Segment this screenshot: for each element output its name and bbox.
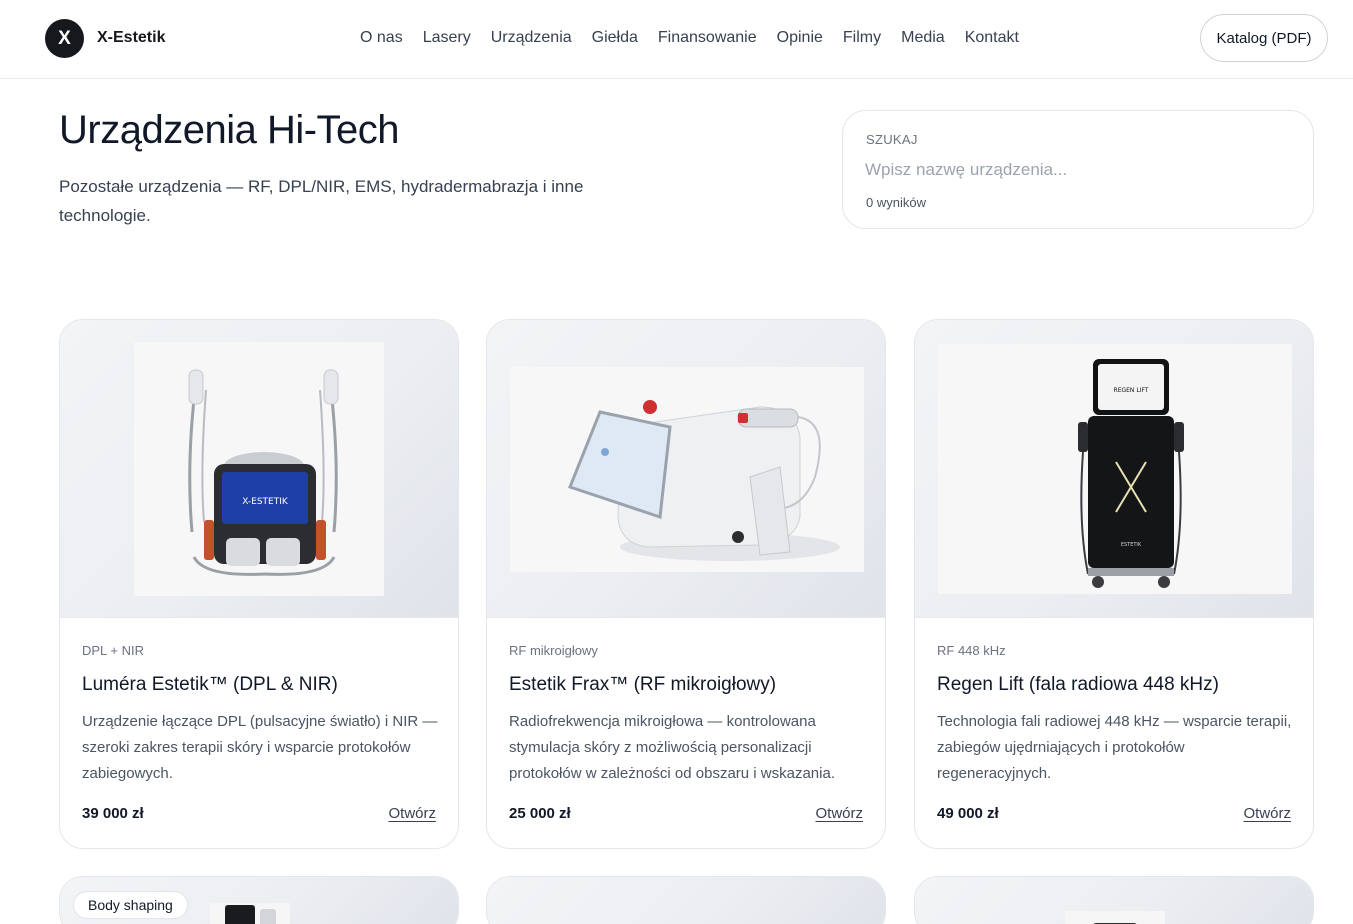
category-badge: Body shaping xyxy=(73,891,188,919)
nav-item-o-nas[interactable]: O nas xyxy=(360,29,403,47)
device-handpiece-shape xyxy=(260,909,276,924)
product-description: Radiofrekwencja mikroigłowa — kontrolowa… xyxy=(509,713,835,782)
nav-item-urzadzenia[interactable]: Urządzenia xyxy=(491,29,572,47)
product-image-regen-lift[interactable]: REGEN LIFT ESTETIK xyxy=(915,320,1313,618)
brand-name[interactable]: X-Estetik xyxy=(97,29,165,47)
product-card-regen-lift[interactable]: REGEN LIFT ESTETIK RF 448 kHz Regen Lift… xyxy=(914,319,1314,849)
lumera-device-illustration: X-ESTETIK xyxy=(188,369,339,576)
product-image[interactable] xyxy=(487,877,885,924)
main-nav: O nas Lasery Urządzenia Giełda Finansowa… xyxy=(360,29,1039,47)
search-result-count: 0 wyników xyxy=(866,195,926,210)
logo-badge[interactable]: X xyxy=(45,19,84,58)
product-name[interactable]: Regen Lift (fala radiowa 448 kHz) xyxy=(937,674,1219,696)
product-image-frax[interactable] xyxy=(487,320,885,618)
product-photo xyxy=(510,367,864,572)
nav-item-media[interactable]: Media xyxy=(901,29,945,47)
product-photo: X-ESTETIK xyxy=(134,342,384,596)
nav-item-opinie[interactable]: Opinie xyxy=(777,29,823,47)
product-card-row2-1[interactable]: Body shaping xyxy=(59,876,459,924)
product-image-lumera[interactable]: X-ESTETIK xyxy=(60,320,458,618)
product-category: RF 448 kHz xyxy=(937,643,1006,658)
frax-device-illustration xyxy=(568,400,840,561)
device-screen-label: X-ESTETIK xyxy=(242,497,289,507)
product-price: 39 000 zł xyxy=(82,805,144,822)
nav-item-finansowanie[interactable]: Finansowanie xyxy=(658,29,757,47)
product-card-frax[interactable]: RF mikroigłowy Estetik Frax™ (RF mikroig… xyxy=(486,319,886,849)
page-subtitle: Pozostałe urządzenia — RF, DPL/NIR, EMS,… xyxy=(59,177,584,225)
product-description: Urządzenie łączące DPL (pulsacyjne świat… xyxy=(82,713,438,782)
search-label: SZUKAJ xyxy=(866,132,918,147)
product-category: DPL + NIR xyxy=(82,643,145,658)
product-description: Technologia fali radiowej 448 kHz — wspa… xyxy=(937,713,1292,782)
page-title: Urządzenia Hi-Tech xyxy=(59,108,400,152)
search-input[interactable] xyxy=(865,157,1285,183)
device-screen-shape xyxy=(225,905,255,924)
open-product-link[interactable]: Otwórz xyxy=(1243,805,1291,822)
product-name[interactable]: Luméra Estetik™ (DPL & NIR) xyxy=(82,674,338,696)
nav-item-filmy[interactable]: Filmy xyxy=(843,29,881,47)
nav-item-lasery[interactable]: Lasery xyxy=(423,29,471,47)
product-card-row2-2[interactable] xyxy=(486,876,886,924)
product-photo xyxy=(1065,911,1165,924)
site-header: X X-Estetik O nas Lasery Urządzenia Gieł… xyxy=(0,0,1353,79)
product-photo: REGEN LIFT ESTETIK xyxy=(938,344,1292,594)
product-name[interactable]: Estetik Frax™ (RF mikroigłowy) xyxy=(509,674,776,696)
product-card-row2-3[interactable] xyxy=(914,876,1314,924)
product-card-lumera[interactable]: X-ESTETIK DPL + NIR Luméra Estetik™ (DPL… xyxy=(59,319,459,849)
open-product-link[interactable]: Otwórz xyxy=(815,805,863,822)
open-product-link[interactable]: Otwórz xyxy=(388,805,436,822)
product-price: 25 000 zł xyxy=(509,805,571,822)
product-price: 49 000 zł xyxy=(937,805,999,822)
device-screen-label: REGEN LIFT xyxy=(1114,387,1149,394)
nav-item-kontakt[interactable]: Kontakt xyxy=(965,29,1019,47)
nav-item-gielda[interactable]: Giełda xyxy=(592,29,638,47)
product-photo xyxy=(210,903,290,924)
device-body-label: ESTETIK xyxy=(1121,542,1142,548)
product-category: RF mikroigłowy xyxy=(509,643,598,658)
regen-lift-device-illustration: REGEN LIFT ESTETIK xyxy=(1078,359,1184,588)
search-panel: SZUKAJ 0 wyników xyxy=(842,110,1314,229)
product-image[interactable] xyxy=(915,877,1313,924)
catalog-pdf-button[interactable]: Katalog (PDF) xyxy=(1200,14,1328,62)
